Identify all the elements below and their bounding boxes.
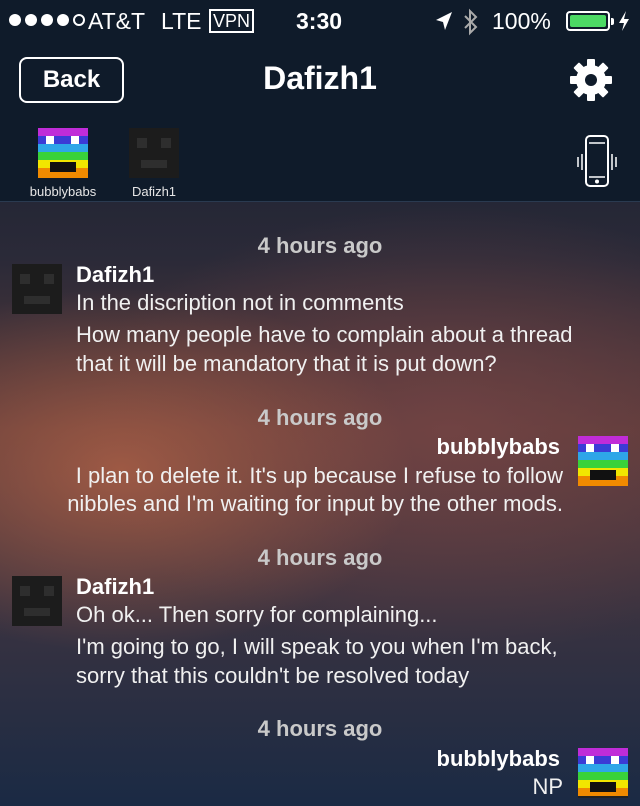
- location-arrow-icon: [436, 12, 452, 30]
- message-text: that it will be mandatory that it is put…: [76, 351, 497, 376]
- status-time: 3:30: [296, 8, 343, 34]
- message-text: Oh ok... Then sorry for complaining...: [76, 602, 438, 627]
- network-type: LTE: [161, 8, 202, 34]
- message-sender: bubblybabs: [436, 746, 560, 771]
- message-timestamp: 4 hours ago: [257, 405, 383, 430]
- gear-icon[interactable]: [568, 57, 614, 103]
- status-bar: AT&T LTE VPN 3:30 100%: [0, 0, 640, 40]
- message-text: I plan to delete it. It's up because I r…: [75, 463, 563, 488]
- bluetooth-icon: [464, 8, 478, 36]
- lightning-icon: [619, 11, 629, 31]
- avatar: [578, 436, 628, 486]
- phone-vibrate-icon[interactable]: [577, 134, 617, 190]
- message-timestamp: 4 hours ago: [257, 233, 383, 258]
- message-text: nibbles and I'm waiting for input by the…: [67, 491, 563, 516]
- message-text: sorry that this couldn't be resolved tod…: [76, 663, 470, 688]
- message-avatar: [12, 576, 62, 626]
- header: AT&T LTE VPN 3:30 100% Back Dafizh1 bubb…: [0, 0, 640, 202]
- signal-strength-icon: [9, 14, 85, 26]
- vpn-badge: VPN: [209, 9, 255, 33]
- participant-name: Dafizh1: [131, 184, 177, 199]
- battery-icon: [566, 11, 614, 31]
- participant-bubblybabs[interactable]: bubblybabs: [17, 128, 109, 199]
- message-timestamp: 4 hours ago: [257, 545, 383, 570]
- message-text: I'm going to go, I will speak to you whe…: [76, 634, 558, 659]
- page-title: Dafizh1: [263, 60, 377, 96]
- avatar: [12, 264, 62, 314]
- battery-percent: 100%: [492, 8, 551, 34]
- message-text: In the discription not in comments: [76, 290, 404, 315]
- participant-dafizh1[interactable]: Dafizh1: [108, 128, 200, 199]
- message-sender: bubblybabs: [436, 434, 560, 459]
- message-sender: Dafizh1: [76, 574, 155, 599]
- message-avatar: [578, 436, 628, 486]
- participant-name: bubblybabs: [29, 184, 97, 199]
- message-avatar: [578, 748, 628, 798]
- avatar: [12, 576, 62, 626]
- avatar: [38, 128, 88, 178]
- message-timestamp: 4 hours ago: [257, 716, 383, 741]
- avatar: [578, 748, 628, 798]
- carrier-name: AT&T: [88, 8, 146, 34]
- message-text: NP: [532, 774, 563, 799]
- message-sender: Dafizh1: [76, 262, 155, 287]
- message-avatar: [12, 264, 62, 314]
- avatar: [129, 128, 179, 178]
- message-text: How many people have to complain about a…: [76, 322, 573, 347]
